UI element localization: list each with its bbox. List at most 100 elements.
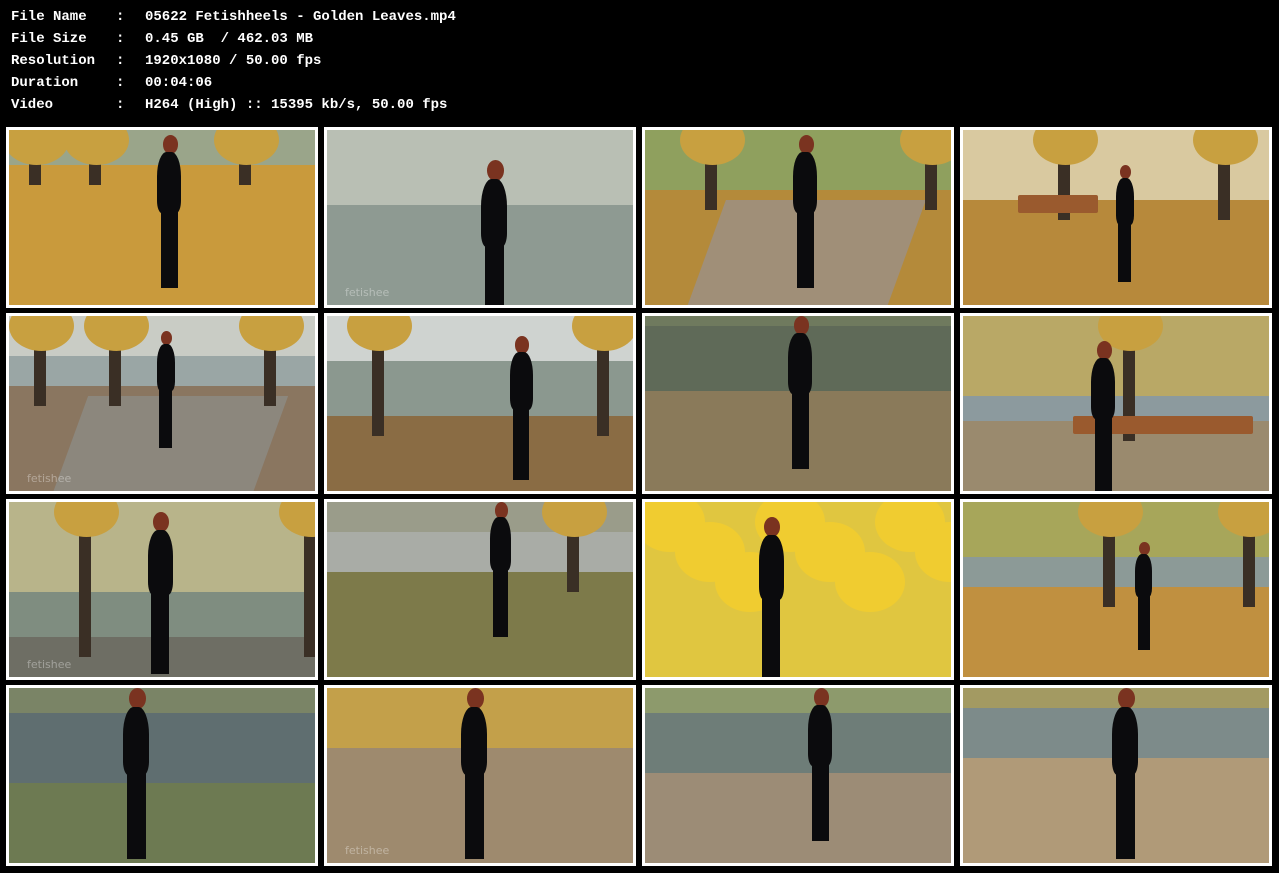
model-figure (805, 688, 836, 841)
file-info-panel: File Name : 05622 Fetishheels - Golden L… (11, 6, 456, 116)
model-legs (791, 390, 809, 469)
ground (327, 572, 633, 677)
thumbnail-image (327, 316, 633, 491)
model-torso (480, 179, 508, 248)
separator: : (116, 9, 125, 25)
model-legs (1094, 415, 1112, 491)
model-head (162, 135, 178, 154)
maple-leaves (835, 552, 905, 612)
water (645, 713, 951, 773)
model-figure (457, 688, 491, 859)
model-torso (788, 333, 813, 395)
ground (9, 783, 315, 863)
model-figure (1113, 165, 1136, 282)
model-torso (808, 705, 833, 767)
water (963, 557, 1269, 587)
model-head (798, 135, 814, 154)
thumb-4 (960, 127, 1272, 308)
duration-value: 00:04:06 (145, 75, 213, 91)
model-legs (811, 762, 829, 841)
model-figure (477, 160, 511, 305)
model-torso (510, 352, 533, 410)
thumbnail-image: fetishee (9, 316, 315, 491)
model-figure (790, 135, 821, 288)
model-torso (1111, 707, 1139, 776)
thumb-9: fetishee (6, 499, 318, 680)
watermark: fetishee (27, 658, 72, 671)
model-legs (126, 771, 146, 859)
model-torso (156, 344, 175, 391)
model-legs (151, 591, 170, 674)
model-legs (159, 388, 173, 448)
resolution-label: Resolution (11, 53, 96, 69)
thumbnail-image: fetishee (327, 130, 633, 305)
model-torso (1115, 178, 1134, 225)
watermark: fetishee (345, 844, 390, 857)
thumb-2: fetishee (324, 127, 636, 308)
model-head (515, 336, 530, 354)
model-figure (507, 336, 536, 480)
watermark: fetishee (345, 286, 390, 299)
video-row: Video : H264 (High) :: 15395 kb/s, 50.00… (11, 94, 456, 116)
file-name-value: 05622 Fetishheels - Golden Leaves.mp4 (145, 9, 456, 25)
thumb-6 (324, 313, 636, 494)
model-figure (487, 502, 514, 637)
model-figure (119, 688, 153, 859)
model-torso (758, 535, 784, 600)
thumb-1 (6, 127, 318, 308)
thumbnail-grid: fetishee fetishee fetishee fetishee (0, 122, 1279, 873)
thumbnail-image (645, 130, 951, 305)
thumbnail-image: fetishee (9, 502, 315, 677)
separator: : (116, 31, 125, 47)
model-head (153, 512, 170, 532)
file-size-row: File Size : 0.45 GB / 462.03 MB (11, 28, 456, 50)
thumbnail-image (327, 502, 633, 677)
model-legs (796, 209, 814, 288)
model-head (764, 517, 781, 537)
sky (645, 688, 951, 713)
thumbnail-image (645, 316, 951, 491)
duration-row: Duration : 00:04:06 (11, 72, 456, 94)
sky (9, 688, 315, 713)
thumb-15 (642, 685, 954, 866)
model-legs (160, 209, 178, 288)
model-legs (493, 568, 508, 637)
ground (645, 773, 951, 863)
model-legs (1115, 771, 1135, 859)
model-legs (513, 406, 530, 480)
thumb-5: fetishee (6, 313, 318, 494)
video-label: Video (11, 97, 54, 113)
model-torso (793, 152, 818, 214)
thumb-7 (642, 313, 954, 494)
thumbnail-image: fetishee (327, 688, 633, 863)
separator: : (116, 53, 125, 69)
model-torso (490, 517, 511, 571)
file-name-label: File Name (11, 9, 87, 25)
model-head (466, 688, 484, 709)
thumb-3 (642, 127, 954, 308)
model-figure (785, 316, 816, 469)
model-figure (154, 135, 185, 288)
model-legs (762, 596, 781, 677)
model-figure (755, 517, 787, 677)
resolution-row: Resolution : 1920x1080 / 50.00 fps (11, 50, 456, 72)
model-legs (1137, 594, 1150, 650)
bench (1018, 195, 1098, 213)
model-legs (484, 243, 504, 305)
water (327, 532, 633, 572)
video-value: H264 (High) :: 15395 kb/s, 50.00 fps (145, 97, 448, 113)
model-torso (147, 530, 173, 595)
thumb-12 (960, 499, 1272, 680)
model-head (813, 688, 829, 707)
file-size-label: File Size (11, 31, 87, 47)
model-torso (1135, 554, 1153, 598)
thumb-13 (6, 685, 318, 866)
ground (963, 587, 1269, 677)
resolution-value: 1920x1080 / 50.00 fps (145, 53, 322, 69)
thumbnail-image (9, 688, 315, 863)
water (9, 713, 315, 783)
model-torso (460, 707, 488, 776)
model-figure (1088, 341, 1119, 491)
model-head (1117, 688, 1135, 709)
model-legs (464, 771, 484, 859)
